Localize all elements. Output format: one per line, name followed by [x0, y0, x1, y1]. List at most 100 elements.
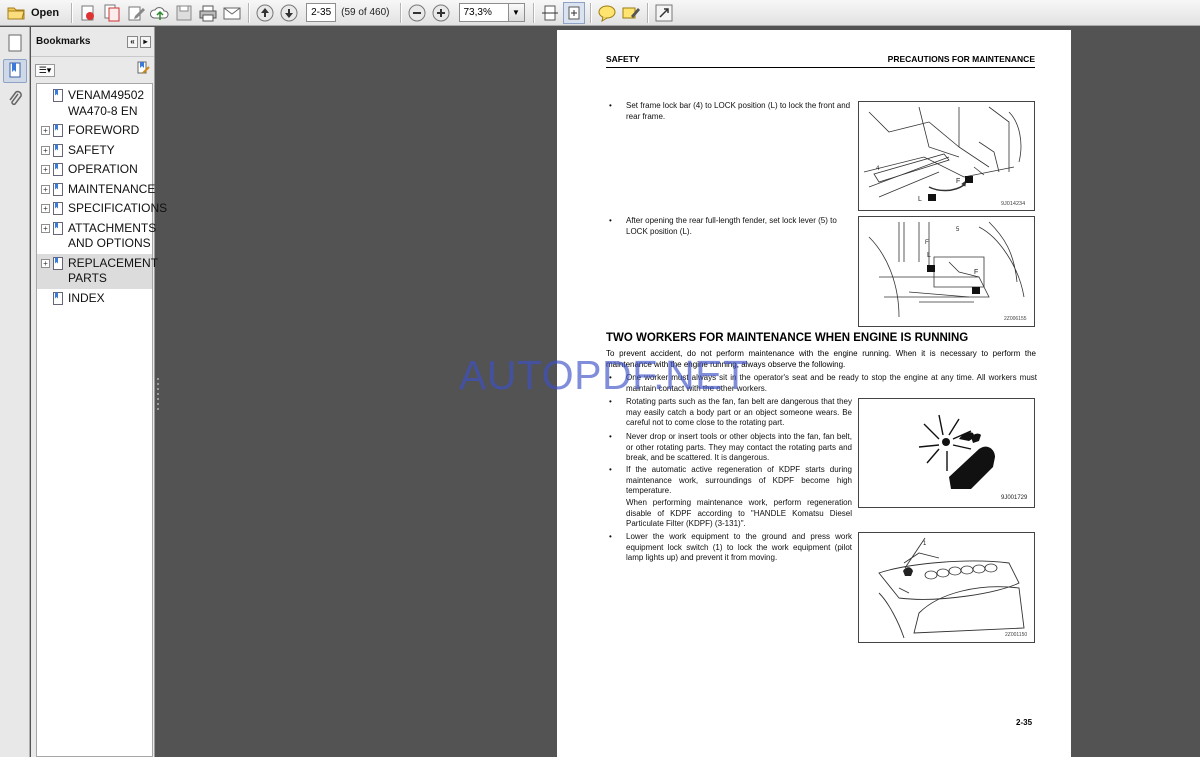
email-icon[interactable]: [221, 2, 243, 24]
bookmark-icon: [53, 89, 63, 102]
bookmark-item[interactable]: + OPERATION: [37, 160, 152, 180]
navigation-strip: [0, 27, 30, 757]
page-number: 2-35: [1016, 718, 1033, 727]
watermark-text: AUTOPDF.NET: [459, 352, 749, 398]
toolbar-separator: [248, 2, 250, 23]
create-pdf-icon[interactable]: [77, 2, 99, 24]
svg-text:5: 5: [956, 227, 960, 233]
print-icon[interactable]: [197, 2, 219, 24]
panel-menu-button[interactable]: ▸: [140, 35, 151, 48]
bookmark-item[interactable]: INDEX: [37, 289, 152, 309]
svg-text:L: L: [918, 196, 922, 203]
svg-text:1: 1: [923, 541, 927, 547]
open-button[interactable]: Open: [4, 2, 67, 24]
bookmark-icon: [53, 221, 63, 235]
collapse-panel-button[interactable]: «: [127, 35, 138, 48]
next-page-icon[interactable]: [278, 2, 300, 24]
bookmarks-toolbar: ☰▾: [31, 57, 154, 83]
expand-toggle-icon[interactable]: +: [41, 258, 50, 268]
toolbar-separator: [399, 2, 401, 23]
bullet-dot: •: [609, 465, 612, 474]
bookmark-item[interactable]: VENAM49502 WA470-8 EN: [37, 86, 152, 121]
fit-width-icon[interactable]: [539, 2, 561, 24]
zoom-dropdown-button[interactable]: ▼: [508, 3, 525, 22]
panel-splitter[interactable]: [156, 376, 160, 412]
zoom-out-icon[interactable]: [406, 2, 428, 24]
bookmark-edit-icon: [137, 61, 150, 74]
figure-fan-warning: 9J001729: [858, 398, 1035, 508]
chevron-down-icon: ▼: [512, 8, 520, 17]
bookmark-label: FOREWORD: [68, 123, 140, 137]
edit-document-icon[interactable]: [125, 2, 147, 24]
bullet-dot: •: [609, 432, 612, 441]
combine-files-icon[interactable]: [101, 2, 123, 24]
bullet-never-drop: • Never drop or insert tools or other ob…: [609, 432, 854, 465]
bookmarks-panel-icon[interactable]: [3, 59, 27, 83]
bookmark-properties-button[interactable]: [136, 61, 150, 80]
toolbar-separator: [71, 2, 73, 23]
bullet-dot: •: [609, 532, 612, 541]
toolbar-separator: [532, 2, 534, 23]
zoom-in-icon[interactable]: [430, 2, 452, 24]
page-header: SAFETY PRECAUTIONS FOR MAINTENANCE: [606, 54, 1035, 68]
page-number-input[interactable]: 2-35: [306, 3, 337, 22]
figure-code: 2Z006155: [1004, 316, 1027, 322]
bullet-dot: •: [609, 216, 612, 225]
expand-toggle-icon[interactable]: +: [41, 165, 50, 174]
svg-text:L: L: [927, 252, 931, 259]
pages-panel-icon[interactable]: [3, 31, 27, 55]
bullet-lock-lever: • After opening the rear full-length fen…: [609, 216, 854, 238]
previous-page-icon[interactable]: [254, 2, 276, 24]
options-icon: ☰▾: [38, 64, 52, 75]
attachments-panel-icon[interactable]: [3, 87, 27, 111]
bullet-text: Rotating parts such as the fan, fan belt…: [626, 397, 852, 427]
bookmark-icon: [53, 163, 63, 176]
bullet-lower-work-equipment: • Lower the work equipment to the ground…: [609, 532, 854, 565]
bullet-text: After opening the rear full-length fende…: [626, 216, 837, 236]
bookmarks-title: Bookmarks: [36, 36, 91, 47]
figure-lock-switch: 1 2Z001150: [858, 532, 1035, 643]
page-count-label: (59 of 460): [341, 7, 390, 18]
fit-page-icon[interactable]: [562, 1, 585, 24]
bullet-kdpf: • If the automatic active regeneration o…: [609, 465, 854, 498]
svg-text:F: F: [956, 178, 960, 185]
expand-toggle-icon[interactable]: +: [41, 184, 50, 194]
zoom-level-input[interactable]: 73,3%: [458, 3, 509, 22]
expand-toggle-icon[interactable]: +: [41, 145, 50, 155]
bookmark-label: MAINTENANCE: [68, 181, 156, 196]
expand-toggle-icon[interactable]: +: [41, 204, 50, 213]
figure-lock-lever: F L 5 F 2Z006155: [858, 216, 1035, 327]
highlight-icon[interactable]: [620, 2, 642, 24]
bullet-frame-lock: • Set frame lock bar (4) to LOCK positio…: [609, 101, 854, 123]
options-menu-button[interactable]: ☰▾: [35, 63, 55, 77]
bookmark-item[interactable]: + SAFETY: [37, 141, 152, 161]
bookmark-item[interactable]: + REPLACEMENT PARTS: [37, 253, 158, 289]
figure-code: 9J001729: [1001, 495, 1028, 501]
chevron-right-icon: ▸: [143, 37, 148, 46]
bookmark-item[interactable]: + FOREWORD: [37, 121, 152, 141]
bookmark-item[interactable]: + MAINTENANCE: [37, 180, 156, 200]
bookmark-item[interactable]: + ATTACHMENTS AND OPTIONS: [37, 219, 156, 254]
upload-cloud-icon[interactable]: [149, 2, 171, 24]
bookmark-item[interactable]: + SPECIFICATIONS: [37, 199, 168, 219]
bullet-text: When performing maintenance work, perfor…: [626, 498, 852, 528]
svg-text:4: 4: [876, 166, 880, 172]
figure-code: 2Z001150: [1005, 632, 1027, 638]
bookmark-label: SPECIFICATIONS: [68, 201, 168, 215]
bookmark-icon: [53, 182, 63, 196]
expand-icon[interactable]: [653, 2, 675, 24]
lock-lever-illustration: F L 5 F 2Z006155: [868, 221, 1027, 322]
main-toolbar: Open 2-35 (59 of 460) 73,3% ▼: [0, 0, 1200, 26]
save-icon[interactable]: [173, 2, 195, 24]
comment-icon[interactable]: [596, 2, 618, 24]
bookmark-icon: [53, 124, 63, 137]
bookmarks-tree: VENAM49502 WA470-8 EN + FOREWORD + SAFETY + OP…: [36, 83, 168, 757]
bookmark-icon: [53, 291, 63, 305]
section-title: TWO WORKERS FOR MAINTENANCE WHEN ENGINE …: [606, 332, 969, 344]
expand-toggle-icon[interactable]: +: [41, 223, 50, 233]
figure-code: 9J014234: [1001, 201, 1025, 207]
bullet-rotating-parts: • Rotating parts such as the fan, fan be…: [609, 397, 854, 430]
bookmark-label: SAFETY: [68, 142, 115, 157]
expand-toggle-icon[interactable]: +: [41, 126, 50, 135]
bookmark-label: REPLACEMENT PARTS: [68, 255, 158, 286]
